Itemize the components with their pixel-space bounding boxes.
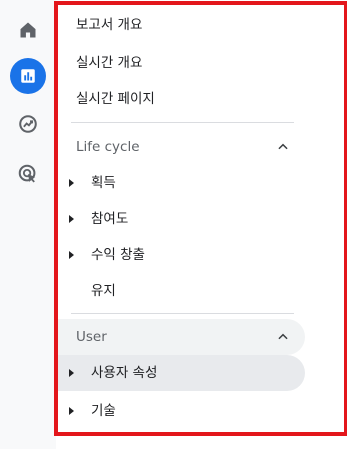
- menu-item-realtime-overview[interactable]: 실시간 개요: [76, 53, 142, 73]
- nav-rail: [0, 0, 56, 449]
- section-header-user[interactable]: User: [58, 319, 305, 355]
- nav-item-retention[interactable]: 유지: [58, 273, 305, 309]
- home-icon: [20, 22, 36, 38]
- nav-item-label: 유지: [91, 283, 116, 299]
- divider: [71, 122, 294, 123]
- caret-right-icon: [69, 251, 74, 259]
- nav-item-label: 획득: [91, 175, 116, 191]
- nav-item-label: 참여도: [91, 211, 129, 227]
- reports-button[interactable]: [10, 58, 46, 94]
- caret-right-icon: [69, 179, 74, 187]
- chevron-up-icon: [278, 333, 288, 340]
- reports-icon: [21, 69, 35, 83]
- reports-nav-panel: 보고서 개요 실시간 개요 실시간 페이지 Life cycle 획득 참여도 …: [54, 1, 347, 436]
- menu-item-realtime-pages[interactable]: 실시간 페이지: [76, 89, 155, 109]
- nav-item-label: 수익 창출: [91, 247, 145, 263]
- advertising-icon: [18, 164, 36, 183]
- app-root: 보고서 개요 실시간 개요 실시간 페이지 Life cycle 획득 참여도 …: [0, 0, 347, 449]
- nav-item-label: 사용자 속성: [91, 365, 158, 381]
- nav-item-acquisition[interactable]: 획득: [58, 165, 305, 201]
- nav-item-label: 기술: [91, 403, 116, 419]
- home-button[interactable]: [10, 12, 46, 48]
- caret-right-icon: [69, 407, 74, 415]
- divider: [71, 313, 294, 314]
- section-title-lifecycle: Life cycle: [76, 139, 140, 155]
- explore-button[interactable]: [10, 106, 46, 142]
- section-title-user: User: [76, 329, 107, 345]
- nav-item-engagement[interactable]: 참여도: [58, 201, 305, 237]
- caret-right-icon: [69, 215, 74, 223]
- menu-item-report-overview[interactable]: 보고서 개요: [76, 15, 142, 35]
- explore-icon: [19, 115, 37, 133]
- chevron-up-icon: [278, 143, 288, 150]
- nav-item-user-attributes[interactable]: 사용자 속성: [58, 355, 305, 391]
- nav-item-tech[interactable]: 기술: [58, 393, 305, 429]
- caret-right-icon: [69, 369, 74, 377]
- nav-item-monetization[interactable]: 수익 창출: [58, 237, 305, 273]
- section-header-lifecycle[interactable]: Life cycle: [58, 129, 305, 165]
- advertising-button[interactable]: [10, 156, 46, 192]
